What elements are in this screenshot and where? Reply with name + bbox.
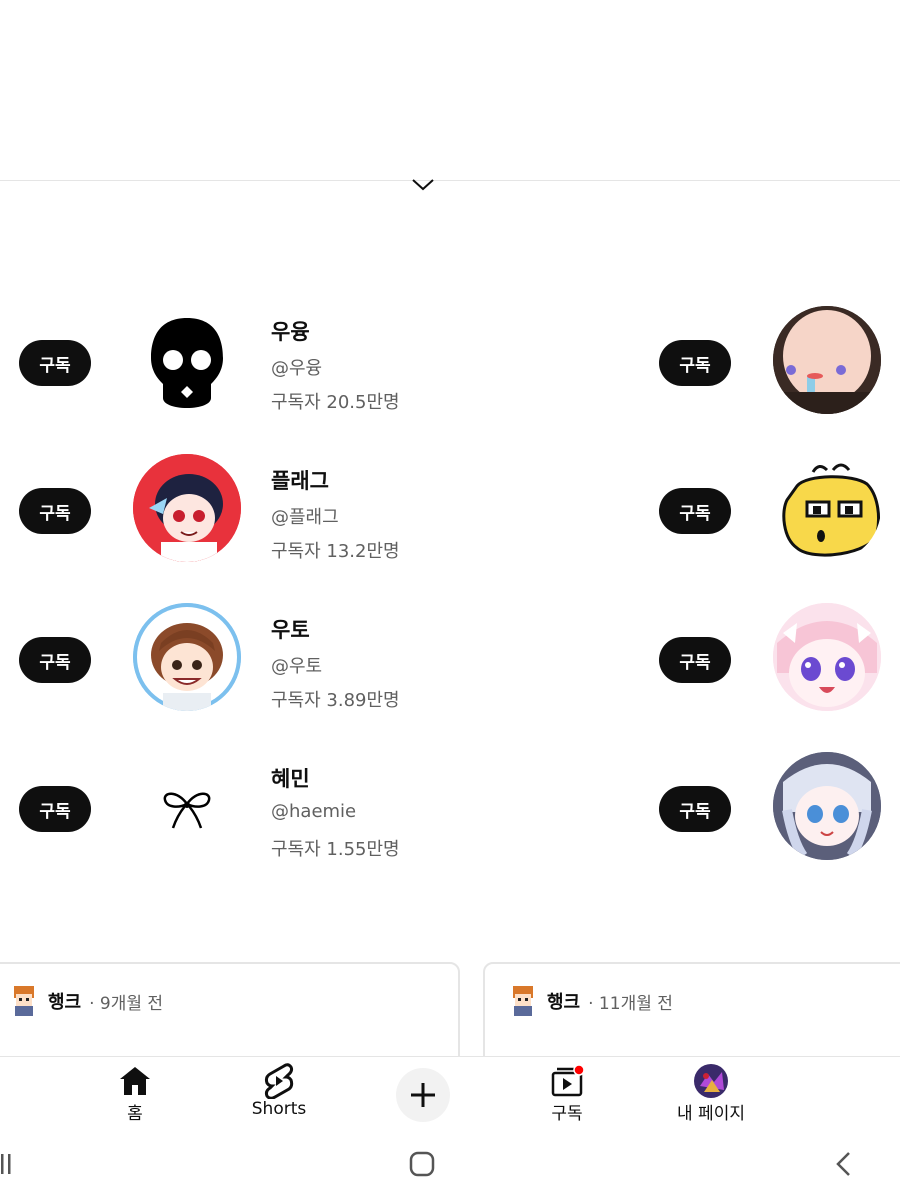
bottom-navigation-bar: 홈 Shorts 구독 내 페이지 — [0, 1056, 900, 1139]
pink-face-avatar-image — [773, 306, 881, 414]
subscriber-count: 구독자 20.5만명 — [271, 392, 400, 413]
channel-avatar[interactable] — [773, 603, 881, 711]
channel-avatar[interactable] — [773, 306, 881, 414]
nav-label: 구독 — [551, 1104, 583, 1124]
brown-hair-boy-avatar-image — [133, 603, 241, 711]
anime-boy-avatar-image — [133, 454, 241, 562]
chevron-down-icon[interactable] — [410, 176, 436, 192]
silver-hair-girl-avatar-image — [773, 752, 881, 860]
subscriber-count: 구독자 1.55만명 — [271, 839, 400, 860]
channel-handle: @haemie — [271, 801, 357, 822]
recent-apps-icon[interactable] — [0, 1152, 16, 1176]
subscribe-button[interactable]: 구독 — [19, 786, 91, 832]
channel-name[interactable]: 혜민 — [271, 763, 310, 793]
create-button[interactable] — [396, 1068, 450, 1122]
channel-name[interactable]: 플래그 — [271, 465, 329, 495]
ribbon-avatar-image — [133, 752, 241, 860]
shorts-icon — [261, 1063, 297, 1099]
channel-avatar-woo-yung[interactable] — [133, 306, 241, 414]
channel-avatar-flag[interactable] — [133, 454, 241, 562]
channel-avatar[interactable] — [773, 752, 881, 860]
subscriber-count: 구독자 13.2만명 — [271, 541, 400, 562]
channel-name[interactable]: 우토 — [271, 614, 310, 644]
skull-avatar-image — [151, 318, 223, 408]
notification-dot — [573, 1064, 585, 1076]
post-author[interactable]: 행크 — [48, 988, 81, 1014]
subscribe-button[interactable]: 구독 — [659, 488, 731, 534]
nav-subscriptions[interactable]: 구독 — [547, 1063, 587, 1124]
channel-handle: @플래그 — [271, 507, 339, 528]
subscribe-button[interactable]: 구독 — [19, 637, 91, 683]
nav-label: 홈 — [127, 1104, 143, 1124]
post-timestamp: · 11개월 전 — [588, 993, 673, 1014]
subscriptions-icon — [549, 1063, 585, 1099]
home-icon — [117, 1063, 153, 1099]
subscribe-button[interactable]: 구독 — [659, 637, 731, 683]
top-content-area — [0, 0, 900, 181]
avatar — [14, 986, 34, 1016]
nav-my-page[interactable]: 내 페이지 — [671, 1063, 751, 1124]
channel-avatar[interactable] — [773, 454, 881, 562]
channel-avatar-uto[interactable] — [133, 603, 241, 711]
plus-icon — [411, 1083, 435, 1107]
channel-handle: @우토 — [271, 656, 323, 677]
channel-name[interactable]: 우융 — [271, 316, 310, 346]
nav-label: Shorts — [251, 1099, 307, 1119]
nav-label: 내 페이지 — [677, 1104, 745, 1124]
back-icon[interactable] — [832, 1150, 854, 1178]
nav-shorts[interactable]: Shorts — [244, 1063, 314, 1119]
pink-hair-girl-avatar-image — [773, 603, 881, 711]
channel-avatar-hyemin[interactable] — [133, 752, 241, 860]
post-author[interactable]: 행크 — [547, 988, 580, 1014]
avatar — [693, 1063, 729, 1099]
subscribe-button[interactable]: 구독 — [19, 340, 91, 386]
subscribe-button[interactable]: 구독 — [659, 786, 731, 832]
system-navigation-bar — [0, 1138, 900, 1200]
channel-handle: @우융 — [271, 358, 323, 379]
subscriber-count: 구독자 3.89만명 — [271, 690, 400, 711]
yellow-blob-avatar-image — [773, 454, 881, 562]
post-timestamp: · 9개월 전 — [89, 993, 164, 1014]
avatar — [513, 986, 533, 1016]
nav-home[interactable]: 홈 — [115, 1063, 155, 1124]
home-button-icon[interactable] — [408, 1150, 436, 1178]
subscribe-button[interactable]: 구독 — [659, 340, 731, 386]
subscribe-button[interactable]: 구독 — [19, 488, 91, 534]
